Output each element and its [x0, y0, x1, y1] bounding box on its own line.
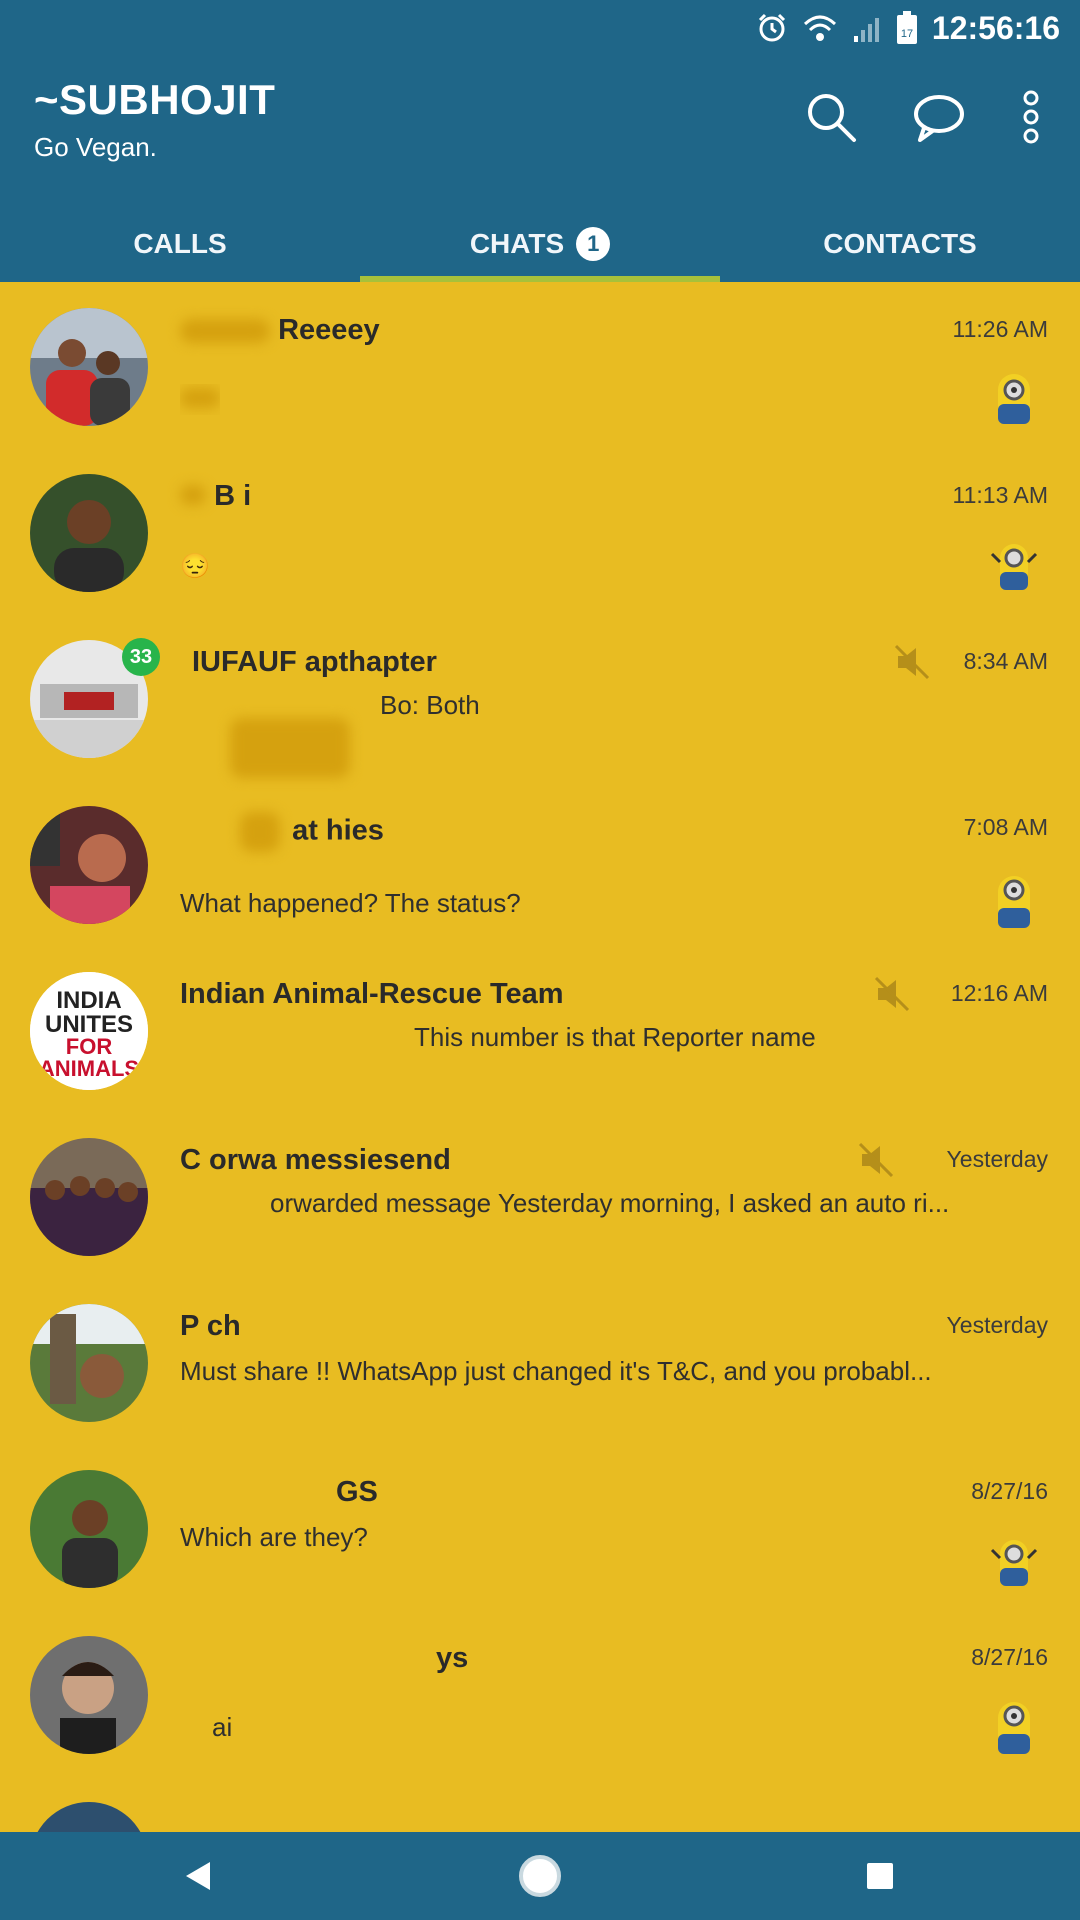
- chat-preview: Which are they?: [180, 1522, 368, 1552]
- tab-label: CHATS: [469, 228, 565, 259]
- recents-square-icon: [867, 1863, 893, 1889]
- new-chat-button[interactable]: [904, 82, 974, 152]
- app-bar: ~SUBHOJIT Go Vegan. CALLS CHATS 1 CONTAC…: [0, 56, 1080, 282]
- chat-row[interactable]: P ch Must share !! WhatsApp just changed…: [0, 1282, 1080, 1448]
- minion-sticker-icon: [998, 876, 1030, 928]
- chat-name: B i: [180, 480, 251, 513]
- signal-icon: [853, 18, 879, 42]
- tab-chats[interactable]: CHATS 1: [360, 206, 720, 282]
- avatar: [30, 474, 148, 592]
- avatar: [30, 1802, 148, 1832]
- svg-text:INDIA: INDIA: [56, 987, 121, 1014]
- overflow-menu-button[interactable]: [996, 82, 1066, 152]
- chat-time: Yesterday: [946, 1146, 1048, 1172]
- tab-bar: CALLS CHATS 1 CONTACTS: [0, 206, 1080, 282]
- chat-list: Reeeey 11:26 AM B i 😔 11:13 AM 33 IUFAUF…: [0, 282, 1080, 1832]
- chat-preview: 😔: [180, 550, 210, 581]
- chat-preview: Must share !! WhatsApp just changed it's…: [180, 1356, 932, 1386]
- chat-time: 7:08 AM: [963, 814, 1048, 840]
- tab-label: CALLS: [133, 228, 227, 259]
- avatar: INDIA UNITES FOR ANIMALS: [30, 972, 148, 1090]
- minion-sticker-icon: [990, 544, 1038, 590]
- recents-button[interactable]: [850, 1846, 910, 1906]
- chat-preview: [180, 384, 220, 415]
- chat-name: C orwa messiesend: [180, 1144, 451, 1176]
- chat-preview: Bo: Both: [380, 690, 480, 720]
- minion-sticker-icon: [998, 374, 1030, 424]
- avatar: [30, 1304, 148, 1422]
- chat-bubble-icon: [914, 95, 964, 142]
- avatar: [30, 1138, 148, 1256]
- chat-row[interactable]: 33 IUFAUF apthapter Bo: Both 8:34 AM: [0, 618, 1080, 784]
- chat-name: Indian Animal-Rescue Team: [180, 978, 564, 1010]
- chat-time: 8:34 AM: [963, 648, 1048, 674]
- clock: 12:56:16: [931, 9, 1060, 46]
- chat-row[interactable]: [0, 1780, 1080, 1832]
- unread-count-badge: 33: [122, 638, 160, 676]
- tab-calls[interactable]: CALLS: [0, 206, 360, 282]
- chat-row[interactable]: INDIA UNITES FOR ANIMALS Indian Animal-R…: [0, 950, 1080, 1116]
- chat-name: Reeeey: [180, 314, 380, 347]
- chat-time: 11:26 AM: [952, 316, 1048, 342]
- tab-label: CONTACTS: [823, 228, 977, 259]
- chat-name: at hies: [240, 812, 384, 852]
- svg-text:ANIMALS: ANIMALS: [39, 1056, 139, 1081]
- profile-status: Go Vegan.: [34, 132, 157, 162]
- chat-preview: ai: [212, 1712, 233, 1742]
- sleepy-emoji-icon: 😔: [180, 553, 210, 580]
- chat-time: 11:13 AM: [952, 482, 1048, 508]
- chat-time: Yesterday: [946, 1312, 1048, 1338]
- muted-speaker-icon: [874, 976, 910, 1012]
- chat-name: ys: [436, 1642, 469, 1674]
- chat-row[interactable]: ys ai 8/27/16: [0, 1614, 1080, 1780]
- search-button[interactable]: [796, 82, 866, 152]
- svg-text:17: 17: [901, 28, 913, 40]
- muted-speaker-icon: [858, 1142, 894, 1178]
- chat-row[interactable]: GS Which are they? 8/27/16: [0, 1448, 1080, 1614]
- chat-row[interactable]: at hies What happened? The status? 7:08 …: [0, 784, 1080, 950]
- chat-time: 12:16 AM: [950, 980, 1048, 1006]
- chat-preview: What happened? The status?: [180, 888, 521, 918]
- muted-speaker-icon: [894, 644, 930, 680]
- home-button[interactable]: [510, 1846, 570, 1906]
- chat-time: 8/27/16: [971, 1644, 1048, 1670]
- wifi-icon: [803, 15, 836, 41]
- tab-contacts[interactable]: CONTACTS: [720, 206, 1080, 282]
- avatar: [30, 308, 148, 426]
- battery-icon: 17: [896, 11, 917, 44]
- status-bar: 17 12:56:16: [0, 0, 1080, 56]
- chat-name: GS: [336, 1476, 378, 1508]
- chat-row[interactable]: C orwa messiesend orwarded message Yeste…: [0, 1116, 1080, 1282]
- alarm-icon: [758, 13, 785, 42]
- back-triangle-icon: [186, 1862, 210, 1890]
- chat-preview: This number is that Reporter name: [414, 1022, 816, 1052]
- minion-sticker-icon: [998, 1702, 1030, 1754]
- profile-name: ~SUBHOJIT: [34, 76, 276, 123]
- chat-time: 8/27/16: [971, 1478, 1048, 1504]
- chat-name: IUFAUF apthapter: [192, 646, 437, 678]
- home-circle-icon: [519, 1855, 561, 1897]
- avatar: [30, 806, 148, 924]
- redaction-blur: [230, 718, 350, 778]
- system-nav-bar: [0, 1832, 1080, 1920]
- avatar: [30, 1636, 148, 1754]
- unread-count-badge: 1: [576, 227, 611, 261]
- chat-name: P ch: [180, 1310, 241, 1342]
- chat-row[interactable]: Reeeey 11:26 AM: [0, 286, 1080, 452]
- chat-preview: orwarded message Yesterday morning, I as…: [270, 1188, 950, 1218]
- more-vert-icon: [1023, 90, 1039, 144]
- chat-row[interactable]: B i 😔 11:13 AM: [0, 452, 1080, 618]
- minion-sticker-icon: [990, 1540, 1038, 1586]
- back-button[interactable]: [168, 1846, 228, 1906]
- search-icon: [808, 94, 856, 142]
- avatar: [30, 1470, 148, 1588]
